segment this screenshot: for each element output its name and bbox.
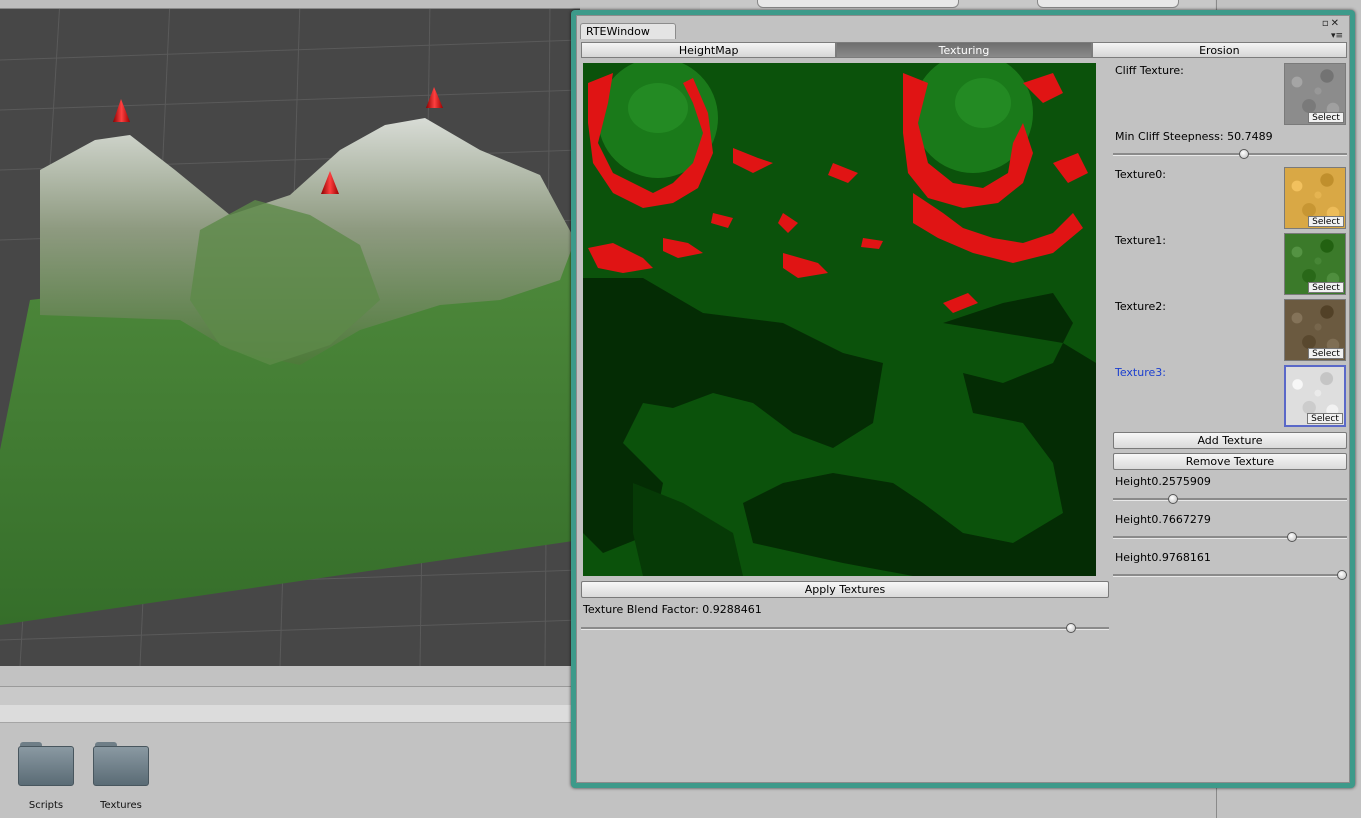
height0-label: Height0.2575909: [1115, 475, 1211, 488]
blend-factor-label: Texture Blend Factor: 0.9288461: [583, 603, 762, 616]
select-button[interactable]: Select: [1308, 282, 1344, 293]
slider-thumb[interactable]: [1066, 623, 1077, 633]
select-button[interactable]: Select: [1308, 348, 1344, 359]
tab-toolbar: HeightMap Texturing Erosion: [581, 42, 1347, 58]
gizmos-search-field[interactable]: [757, 0, 959, 8]
project-toolbar: [0, 686, 575, 706]
window-title-tab[interactable]: RTEWindow: [580, 23, 676, 39]
map-region-light: [628, 83, 688, 133]
marker-cone-icon[interactable]: [113, 99, 130, 122]
close-icon[interactable]: ✕: [1331, 18, 1341, 29]
maximize-icon[interactable]: ▫: [1322, 18, 1331, 29]
blend-factor-slider[interactable]: [581, 623, 1109, 633]
slider-thumb[interactable]: [1168, 494, 1179, 504]
cliff-texture-label: Cliff Texture:: [1115, 64, 1184, 77]
apply-textures-button[interactable]: Apply Textures: [581, 581, 1109, 598]
project-breadcrumb-bar: [0, 705, 575, 723]
texture0-label: Texture0:: [1115, 168, 1166, 181]
height1-slider[interactable]: [1113, 532, 1347, 542]
folder-icon: [93, 742, 149, 786]
min-cliff-steepness-label: Min Cliff Steepness: 50.7489: [1115, 130, 1273, 143]
slider-thumb[interactable]: [1287, 532, 1298, 542]
folder-scripts[interactable]: Scripts: [16, 742, 76, 811]
add-texture-button[interactable]: Add Texture: [1113, 432, 1347, 449]
folder-label: Scripts: [28, 800, 64, 811]
texture1-label: Texture1:: [1115, 234, 1166, 247]
height2-label: Height0.9768161: [1115, 551, 1211, 564]
hierarchy-search-field[interactable]: [1037, 0, 1179, 8]
window-menu-icon[interactable]: ▾≡: [1331, 31, 1343, 41]
height0-slider[interactable]: [1113, 494, 1347, 504]
tab-erosion[interactable]: Erosion: [1091, 42, 1347, 58]
select-button[interactable]: Select: [1308, 112, 1344, 123]
select-button[interactable]: Select: [1307, 413, 1343, 424]
folder-label: Textures: [100, 800, 142, 811]
texture0-swatch[interactable]: Select: [1284, 167, 1346, 229]
window-controls[interactable]: ▫✕: [1322, 18, 1341, 29]
scene-toolbar: [0, 0, 580, 9]
texture1-swatch[interactable]: Select: [1284, 233, 1346, 295]
height2-slider[interactable]: [1113, 570, 1347, 580]
texture3-label: Texture3:: [1115, 366, 1166, 379]
scene-view[interactable]: [0, 0, 580, 666]
tab-heightmap[interactable]: HeightMap: [581, 42, 837, 58]
texture-preview-map: [583, 63, 1096, 576]
rte-window[interactable]: RTEWindow ▫✕ ▾≡ HeightMap Texturing Eros…: [571, 10, 1355, 788]
rte-window-body: RTEWindow ▫✕ ▾≡ HeightMap Texturing Eros…: [576, 15, 1350, 783]
slider-thumb[interactable]: [1336, 570, 1347, 580]
folder-textures[interactable]: Textures: [91, 742, 151, 811]
slider-thumb[interactable]: [1239, 149, 1250, 159]
terrain-scene: [0, 0, 580, 666]
select-button[interactable]: Select: [1308, 216, 1344, 227]
tab-texturing[interactable]: Texturing: [836, 42, 1092, 58]
map-region-light: [955, 78, 1011, 128]
texture3-swatch[interactable]: Select: [1284, 365, 1346, 427]
cliff-texture-swatch[interactable]: Select: [1284, 63, 1346, 125]
texture2-label: Texture2:: [1115, 300, 1166, 313]
texture2-swatch[interactable]: Select: [1284, 299, 1346, 361]
folder-icon: [18, 742, 74, 786]
min-cliff-steepness-slider[interactable]: [1113, 149, 1347, 159]
project-assets-area: [0, 723, 575, 818]
height1-label: Height0.7667279: [1115, 513, 1211, 526]
remove-texture-button[interactable]: Remove Texture: [1113, 453, 1347, 470]
